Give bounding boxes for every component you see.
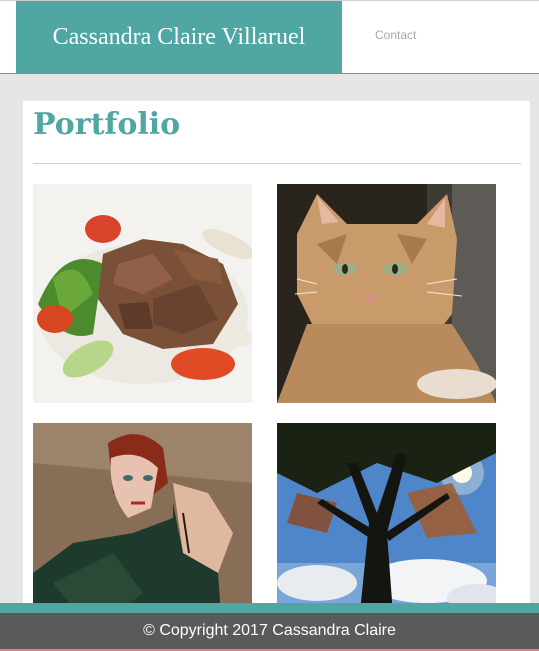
copyright-text: © Copyright 2017 Cassandra Claire bbox=[143, 622, 396, 639]
site-footer: © Copyright 2017 Cassandra Claire bbox=[0, 613, 539, 649]
page-title: Portfolio bbox=[33, 107, 181, 142]
site-header: Cassandra Claire Villaruel Contact bbox=[0, 0, 539, 74]
site-name[interactable]: Cassandra Claire Villaruel bbox=[16, 1, 342, 73]
title-divider bbox=[33, 163, 521, 164]
cat-photo bbox=[277, 184, 496, 403]
gallery-image-cat[interactable] bbox=[277, 184, 496, 403]
portfolio-panel: Portfolio bbox=[23, 101, 530, 642]
footer-accent-bar bbox=[0, 603, 539, 613]
food-photo bbox=[33, 184, 252, 403]
gallery-image-food[interactable] bbox=[33, 184, 252, 403]
nav-link-contact[interactable]: Contact bbox=[375, 28, 416, 42]
